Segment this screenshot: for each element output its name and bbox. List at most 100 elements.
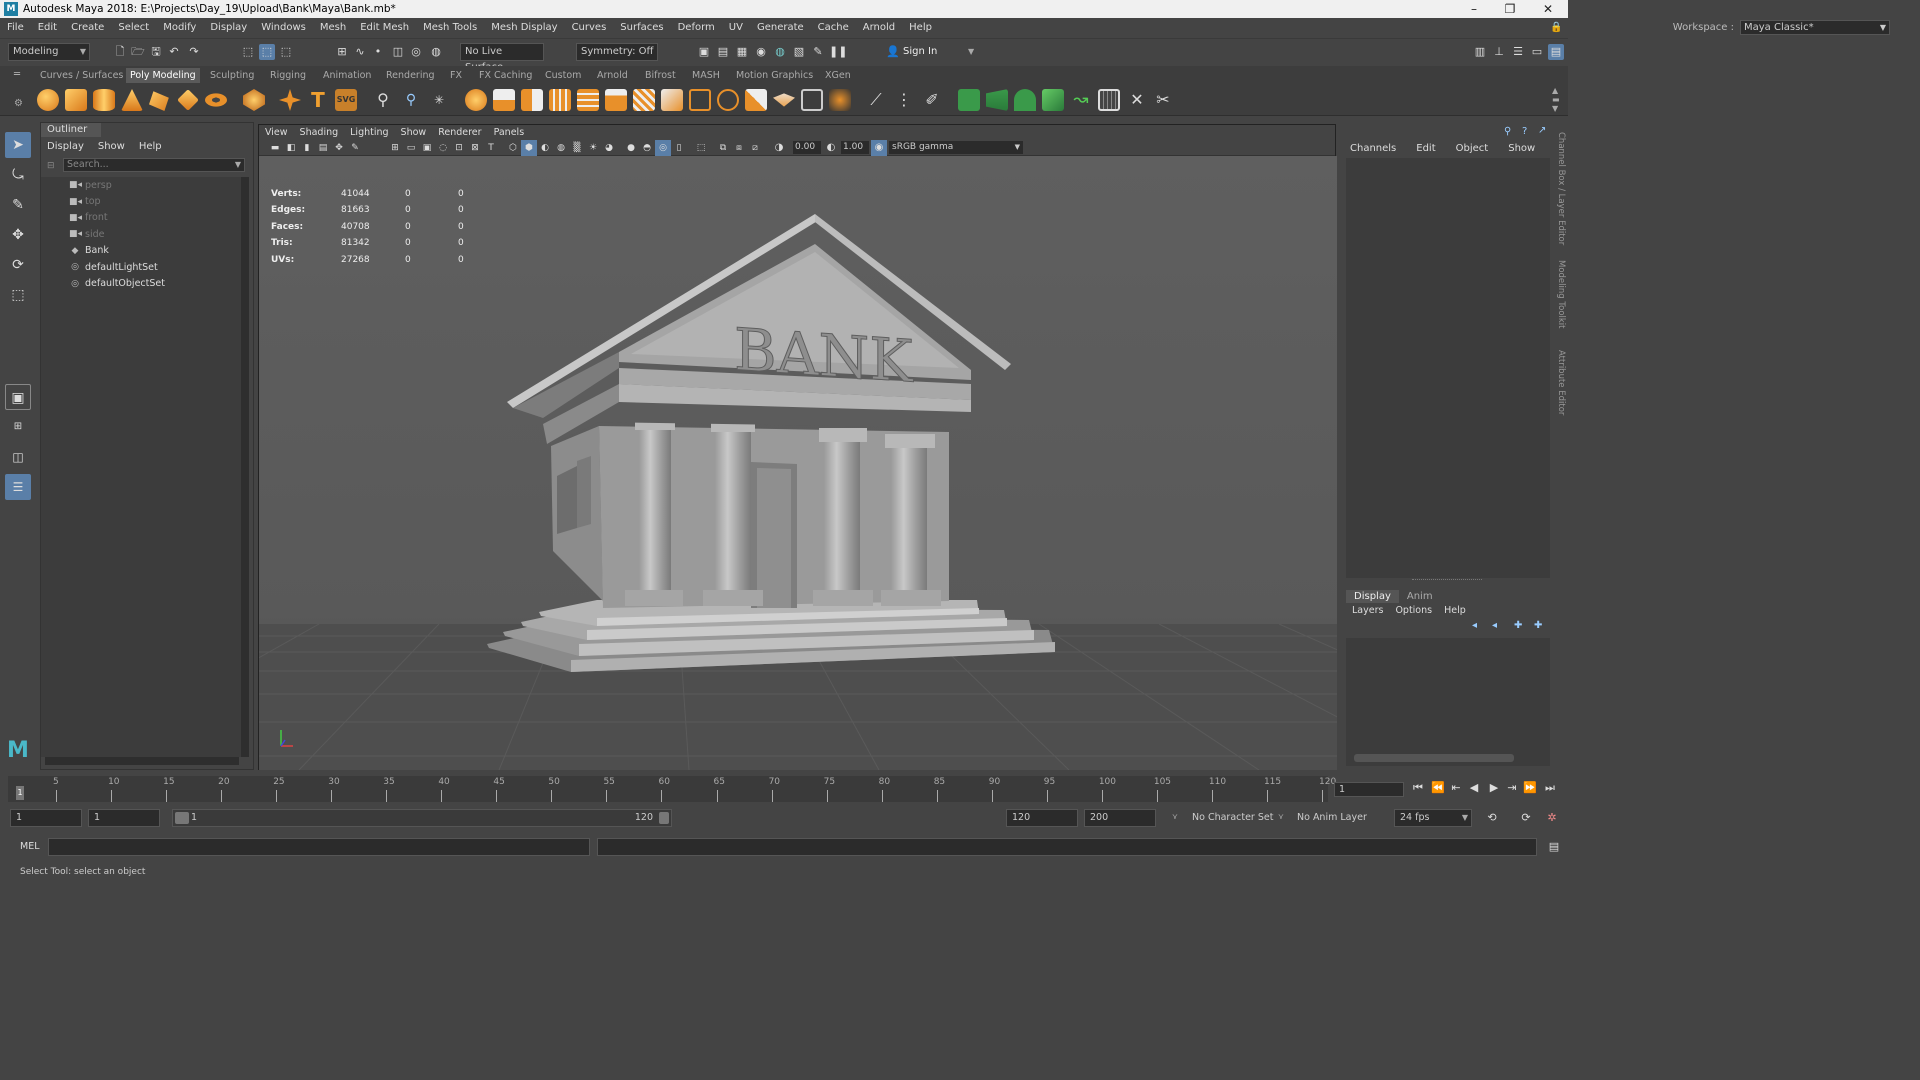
lattice-icon[interactable]: ⟋ (865, 89, 887, 111)
play-forwards-icon[interactable]: ▶ (1486, 781, 1502, 794)
fps-dropdown[interactable]: 24 fps ▼ (1394, 809, 1472, 827)
anim-preferences-icon[interactable]: ✲ (1544, 810, 1560, 826)
menu-modify[interactable]: Modify (156, 22, 203, 33)
type-tool-icon[interactable]: T (307, 89, 329, 111)
character-set-label[interactable]: No Character Set (1192, 812, 1273, 823)
poly-sphere-icon[interactable] (37, 89, 59, 111)
open-scene-icon[interactable]: 🗁 (130, 44, 146, 60)
save-scene-icon[interactable]: 🖫 (148, 44, 164, 60)
extract-icon[interactable] (493, 89, 515, 111)
uv-unfold-icon[interactable]: ↝ (1070, 89, 1092, 111)
fill-hole-icon[interactable] (661, 89, 683, 111)
outliner-vertical-scrollbar[interactable] (241, 177, 249, 757)
shelf-tab-rigging[interactable]: Rigging (266, 68, 310, 83)
range-slider-end-handle[interactable] (659, 812, 669, 824)
script-language-label[interactable]: MEL (20, 841, 40, 852)
menu-deform[interactable]: Deform (671, 22, 722, 33)
uv-layout-icon[interactable] (1098, 89, 1120, 111)
outliner-layout-icon[interactable]: ☰ (5, 474, 31, 500)
menu-display[interactable]: Display (203, 22, 254, 33)
combine-icon[interactable]: ⚲ (372, 89, 394, 111)
scale-tool-icon[interactable]: ⬚ (5, 282, 31, 308)
playback-end-field[interactable]: 120 (1006, 809, 1078, 827)
shadows-icon[interactable]: ◕ (601, 140, 617, 156)
bookmark-icon[interactable]: ▮ (299, 140, 315, 156)
render-view-icon[interactable]: ◍ (772, 44, 788, 60)
menu-file[interactable]: File (0, 22, 31, 33)
2d-pan-zoom-icon[interactable]: ✥ (331, 140, 347, 156)
side-tab-channel-box[interactable]: Channel Box / Layer Editor (1556, 132, 1566, 245)
shelf-tab-fx[interactable]: FX (446, 68, 466, 83)
mirror-icon[interactable] (521, 89, 543, 111)
channel-box-icon[interactable]: ⚲ (1504, 126, 1511, 137)
single-perspective-layout-icon[interactable]: ▣ (5, 384, 31, 410)
step-forward-key-icon[interactable]: ⇥ (1504, 781, 1520, 794)
menu-cache[interactable]: Cache (811, 22, 856, 33)
motion-blur-icon[interactable]: ◓ (639, 140, 655, 156)
uv-cut-icon[interactable]: ✂ (1152, 89, 1174, 111)
select-component-icon[interactable]: ⬚ (278, 44, 294, 60)
snap-view-plane-icon[interactable]: ◫ (390, 44, 406, 60)
shelf-tab-mash[interactable]: MASH (688, 68, 724, 83)
menu-generate[interactable]: Generate (750, 22, 811, 33)
chevron-down-icon[interactable]: ▼ (235, 159, 241, 171)
step-back-frame-icon[interactable]: ⏪ (1430, 781, 1446, 794)
layers-menu-layers[interactable]: Layers (1352, 605, 1383, 616)
render-setup-icon[interactable]: ▧ (791, 44, 807, 60)
outliner-item-side[interactable]: ■◂ side (41, 226, 241, 242)
gamma-icon[interactable]: ◐ (823, 140, 839, 156)
step-back-key-icon[interactable]: ⇤ (1448, 781, 1464, 794)
viewport-menu-show[interactable]: Show (395, 125, 433, 140)
render-current-icon[interactable]: ▣ (696, 44, 712, 60)
time-ruler[interactable]: 1 5 10 15 20 25 30 35 40 45 50 55 60 65 70 75 80 85 90 95 1… (8, 776, 1336, 802)
new-layer-icon[interactable]: ✚ (1514, 620, 1522, 631)
channels-menu-show[interactable]: Show (1508, 143, 1535, 154)
multi-cut-icon[interactable] (689, 89, 711, 111)
svg-tool-icon[interactable]: SVG (335, 89, 357, 111)
outliner-item-persp[interactable]: ■◂ persp (41, 177, 241, 193)
layers-menu-help[interactable]: Help (1444, 605, 1466, 616)
outliner-search-input[interactable]: Search... ▼ (63, 158, 245, 172)
append-icon[interactable] (633, 89, 655, 111)
go-to-end-icon[interactable]: ⏭ (1542, 781, 1558, 795)
shelf-tab-poly-modeling[interactable]: Poly Modeling (126, 68, 200, 83)
smooth-icon[interactable]: ✳ (428, 89, 450, 111)
current-time-marker[interactable]: 1 (16, 786, 24, 800)
quad-draw-icon[interactable] (773, 93, 795, 107)
snap-curve-icon[interactable]: ∿ (352, 44, 368, 60)
safe-title-icon[interactable]: T (483, 140, 499, 156)
range-slider-start-handle[interactable] (175, 812, 189, 824)
channels-menu-object[interactable]: Object (1456, 143, 1489, 154)
grease-pencil-icon[interactable]: ✎ (347, 140, 363, 156)
menu-arnold[interactable]: Arnold (856, 22, 902, 33)
anti-aliasing-icon[interactable]: ◎ (655, 140, 671, 156)
shelf-tab-animation[interactable]: Animation (319, 68, 375, 83)
resolution-gate-icon[interactable]: ▣ (419, 140, 435, 156)
workspace-dropdown[interactable]: Maya Classic* ▼ (1740, 20, 1890, 35)
menu-set-dropdown[interactable]: Modeling ▼ (8, 43, 90, 61)
filter-icon[interactable]: ⊟ (47, 161, 55, 171)
menu-windows[interactable]: Windows (254, 22, 313, 33)
poly-torus-icon[interactable] (205, 93, 227, 107)
lasso-tool-icon[interactable]: ⤿ (5, 162, 31, 188)
gate-mask-icon[interactable]: ◌ (435, 140, 451, 156)
channels-menu-edit[interactable]: Edit (1416, 143, 1435, 154)
lock-icon[interactable]: 🔒 (1550, 22, 1562, 33)
menu-edit-mesh[interactable]: Edit Mesh (353, 22, 416, 33)
depth-of-field-icon[interactable]: ▯ (671, 140, 687, 156)
new-layer-selected-icon[interactable]: ✚ (1534, 620, 1542, 631)
layers-menu-options[interactable]: Options (1395, 605, 1432, 616)
four-view-layout-icon[interactable]: ⊞ (5, 414, 31, 440)
menu-uv[interactable]: UV (722, 22, 750, 33)
modeling-toolkit-icon[interactable]: ▥ (1472, 44, 1488, 60)
poke-icon[interactable] (829, 89, 851, 111)
maximize-icon[interactable]: ❐ (1492, 0, 1528, 18)
minimize-icon[interactable]: – (1456, 0, 1492, 18)
ambient-occlusion-icon[interactable]: ● (623, 140, 639, 156)
rotate-tool-icon[interactable]: ⟳ (5, 252, 31, 278)
wireframe-on-shaded-icon[interactable]: ◐ (537, 140, 553, 156)
time-slider[interactable]: 1 5 10 15 20 25 30 35 40 45 50 55 60 65 70 75 80 85 90 95 1… (0, 774, 1568, 804)
menu-mesh[interactable]: Mesh (313, 22, 353, 33)
menu-mesh-tools[interactable]: Mesh Tools (416, 22, 484, 33)
uv-cylindrical-icon[interactable] (986, 89, 1008, 111)
